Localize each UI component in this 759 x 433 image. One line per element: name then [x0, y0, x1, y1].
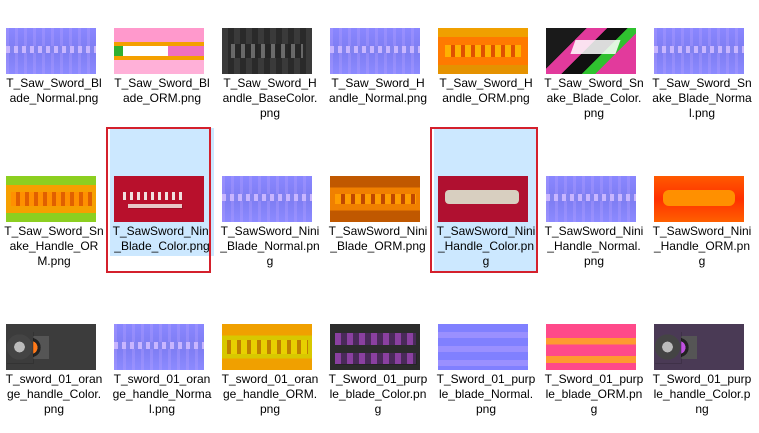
file-icon-grid: T_Saw_Sword_Blade_Normal.png T_Saw_Sword… — [0, 0, 759, 433]
orm-map-thumbnail — [654, 176, 744, 222]
file-item-selected[interactable]: T_SawSword_Nini_Blade_Color.png — [110, 128, 214, 256]
file-item[interactable]: T_Sword_01_purple_blade_Color.png — [326, 320, 430, 420]
color-map-thumbnail — [6, 324, 96, 370]
file-name: T_Saw_Sword_Handle_BaseColor.png — [222, 76, 318, 120]
color-map-thumbnail — [438, 176, 528, 222]
normal-map-thumbnail — [438, 324, 528, 370]
file-item[interactable]: T_SawSword_Nini_Handle_ORM.png — [650, 172, 754, 272]
file-item[interactable]: T_Saw_Sword_Snake_Blade_Normal.png — [650, 24, 754, 124]
file-name: T_Saw_Sword_Snake_Handle_ORM.png — [4, 224, 104, 268]
file-name: T_Saw_Sword_Blade_Normal.png — [6, 76, 102, 105]
file-item[interactable]: T_Sword_01_purple_blade_ORM.png — [542, 320, 646, 420]
file-name: T_Saw_Sword_Snake_Blade_Normal.png — [652, 76, 752, 120]
file-name: T_SawSword_Nini_Handle_Color.png — [436, 224, 536, 268]
normal-map-thumbnail — [330, 28, 420, 74]
file-name: T_Saw_Sword_Snake_Blade_Color.png — [544, 76, 644, 120]
file-name: T_Saw_Sword_Handle_ORM.png — [439, 76, 533, 105]
file-item-selected[interactable]: T_SawSword_Nini_Handle_Color.png — [434, 128, 538, 272]
orm-map-thumbnail — [114, 28, 204, 74]
file-item[interactable]: T_Saw_Sword_Snake_Handle_ORM.png — [2, 172, 106, 272]
color-map-thumbnail — [654, 324, 744, 370]
orm-map-thumbnail — [438, 28, 528, 74]
color-map-thumbnail — [114, 176, 204, 222]
file-name: T_Saw_Sword_Handle_Normal.png — [328, 76, 428, 105]
basecolor-thumbnail — [222, 28, 312, 74]
file-name: T_Saw_Sword_Blade_ORM.png — [114, 76, 210, 105]
file-item[interactable]: T_Saw_Sword_Snake_Blade_Color.png — [542, 24, 646, 124]
file-item[interactable]: T_Saw_Sword_Blade_ORM.png — [110, 24, 214, 124]
file-item[interactable]: T_Sword_01_purple_blade_Normal.png — [434, 320, 538, 420]
file-name: T_Sword_01_purple_blade_Normal.png — [436, 372, 536, 416]
file-item[interactable]: T_sword_01_orange_handle_Normal.png — [110, 320, 214, 420]
file-name: T_SawSword_Nini_Blade_Color.png — [112, 224, 212, 253]
file-name: T_sword_01_orange_handle_Color.png — [5, 372, 103, 416]
file-name: T_Sword_01_purple_handle_Color.png — [652, 372, 752, 416]
file-item[interactable]: T_Saw_Sword_Handle_BaseColor.png — [218, 24, 322, 124]
color-map-thumbnail — [330, 324, 420, 370]
file-item[interactable]: T_SawSword_Nini_Blade_ORM.png — [326, 172, 430, 272]
file-item[interactable]: T_Saw_Sword_Handle_Normal.png — [326, 24, 430, 124]
file-name: T_sword_01_orange_handle_ORM.png — [221, 372, 319, 416]
file-item[interactable]: T_SawSword_Nini_Handle_Normal.png — [542, 172, 646, 272]
file-name: T_SawSword_Nini_Blade_Normal.png — [220, 224, 320, 268]
file-name: T_Sword_01_purple_blade_Color.png — [328, 372, 428, 416]
orm-map-thumbnail — [330, 176, 420, 222]
file-item[interactable]: T_Saw_Sword_Blade_Normal.png — [2, 24, 106, 124]
normal-map-thumbnail — [654, 28, 744, 74]
file-name: T_Sword_01_purple_blade_ORM.png — [544, 372, 644, 416]
file-item[interactable]: T_Sword_01_purple_handle_Color.png — [650, 320, 754, 420]
file-item[interactable]: T_sword_01_orange_handle_Color.png — [2, 320, 106, 420]
file-item[interactable]: T_SawSword_Nini_Blade_Normal.png — [218, 172, 322, 272]
file-item[interactable]: T_Saw_Sword_Handle_ORM.png — [434, 24, 538, 124]
color-map-thumbnail — [546, 28, 636, 74]
normal-map-thumbnail — [114, 324, 204, 370]
normal-map-thumbnail — [6, 28, 96, 74]
orm-map-thumbnail — [6, 176, 96, 222]
file-name: T_SawSword_Nini_Blade_ORM.png — [328, 224, 428, 253]
normal-map-thumbnail — [546, 176, 636, 222]
orm-map-thumbnail — [222, 324, 312, 370]
normal-map-thumbnail — [222, 176, 312, 222]
orm-map-thumbnail — [546, 324, 636, 370]
file-name: T_sword_01_orange_handle_Normal.png — [112, 372, 212, 416]
file-item[interactable]: T_sword_01_orange_handle_ORM.png — [218, 320, 322, 420]
file-name: T_SawSword_Nini_Handle_ORM.png — [652, 224, 752, 268]
file-name: T_SawSword_Nini_Handle_Normal.png — [544, 224, 644, 268]
